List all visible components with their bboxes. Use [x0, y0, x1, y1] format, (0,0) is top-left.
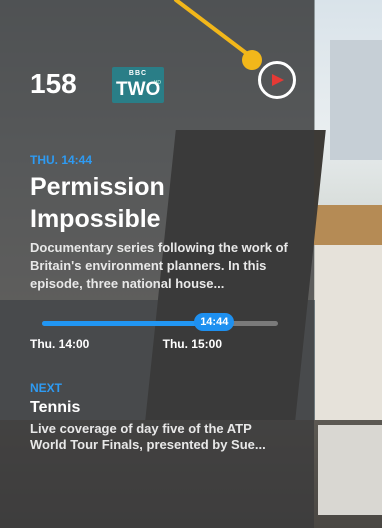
- next-description: Live coverage of day five of the ATP Wor…: [30, 421, 266, 452]
- start-time: Thu. 14:00: [30, 337, 90, 351]
- background-building: [330, 40, 382, 160]
- channel-logo: BBC TWO HD: [112, 67, 164, 103]
- play-icon: [272, 74, 284, 86]
- background-wall-right: [315, 245, 382, 420]
- progress-bar: 14:44: [42, 313, 278, 331]
- channel-logo-top: BBC: [128, 70, 148, 77]
- next-title[interactable]: Tennis: [30, 399, 80, 417]
- current-time-badge: 14:44: [194, 313, 235, 331]
- progress-fill: [42, 321, 215, 326]
- play-button[interactable]: [258, 61, 296, 99]
- next-label: NEXT: [30, 381, 63, 395]
- channel-logo-badge: HD: [153, 80, 161, 86]
- end-time: Thu. 15:00: [162, 337, 222, 351]
- background-window-frame: [312, 205, 382, 245]
- background-papers: [318, 425, 382, 515]
- now-time-label: THU. 14:44: [30, 153, 93, 167]
- program-title: Permission Impossible: [30, 173, 165, 233]
- program-description: Documentary series following the work of…: [30, 240, 288, 291]
- channel-number: 158: [30, 68, 77, 99]
